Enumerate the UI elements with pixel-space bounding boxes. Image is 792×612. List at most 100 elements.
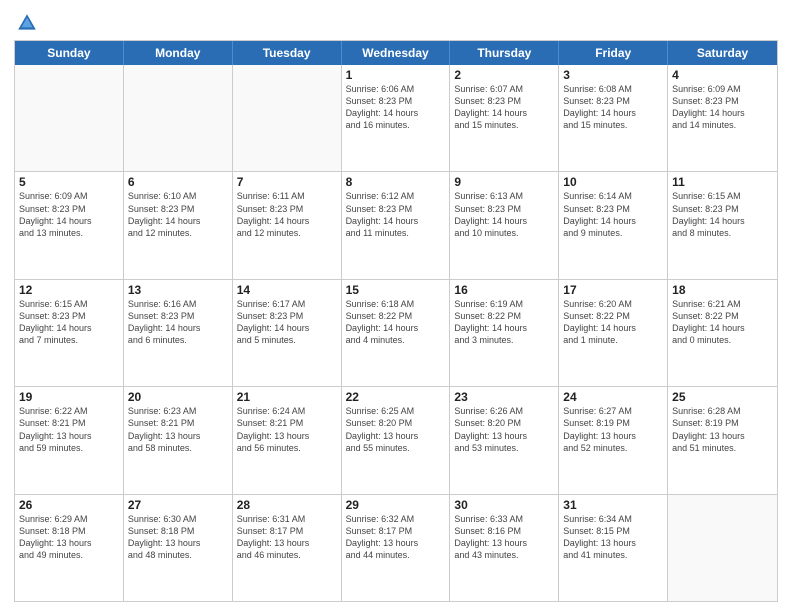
cell-info: Sunrise: 6:15 AM Sunset: 8:23 PM Dayligh…	[19, 298, 119, 347]
header-cell-friday: Friday	[559, 41, 668, 65]
day-number: 4	[672, 68, 773, 82]
day-cell-25: 25Sunrise: 6:28 AM Sunset: 8:19 PM Dayli…	[668, 387, 777, 493]
calendar-row-1: 1Sunrise: 6:06 AM Sunset: 8:23 PM Daylig…	[15, 65, 777, 171]
header-cell-wednesday: Wednesday	[342, 41, 451, 65]
header	[14, 10, 778, 34]
cell-info: Sunrise: 6:29 AM Sunset: 8:18 PM Dayligh…	[19, 513, 119, 562]
cell-info: Sunrise: 6:23 AM Sunset: 8:21 PM Dayligh…	[128, 405, 228, 454]
day-cell-26: 26Sunrise: 6:29 AM Sunset: 8:18 PM Dayli…	[15, 495, 124, 601]
day-number: 13	[128, 283, 228, 297]
day-number: 24	[563, 390, 663, 404]
day-cell-20: 20Sunrise: 6:23 AM Sunset: 8:21 PM Dayli…	[124, 387, 233, 493]
day-cell-16: 16Sunrise: 6:19 AM Sunset: 8:22 PM Dayli…	[450, 280, 559, 386]
day-cell-24: 24Sunrise: 6:27 AM Sunset: 8:19 PM Dayli…	[559, 387, 668, 493]
day-cell-31: 31Sunrise: 6:34 AM Sunset: 8:15 PM Dayli…	[559, 495, 668, 601]
cell-info: Sunrise: 6:17 AM Sunset: 8:23 PM Dayligh…	[237, 298, 337, 347]
day-cell-6: 6Sunrise: 6:10 AM Sunset: 8:23 PM Daylig…	[124, 172, 233, 278]
day-cell-11: 11Sunrise: 6:15 AM Sunset: 8:23 PM Dayli…	[668, 172, 777, 278]
cell-info: Sunrise: 6:12 AM Sunset: 8:23 PM Dayligh…	[346, 190, 446, 239]
calendar-body: 1Sunrise: 6:06 AM Sunset: 8:23 PM Daylig…	[15, 65, 777, 601]
day-number: 21	[237, 390, 337, 404]
cell-info: Sunrise: 6:25 AM Sunset: 8:20 PM Dayligh…	[346, 405, 446, 454]
day-cell-13: 13Sunrise: 6:16 AM Sunset: 8:23 PM Dayli…	[124, 280, 233, 386]
day-number: 9	[454, 175, 554, 189]
cell-info: Sunrise: 6:07 AM Sunset: 8:23 PM Dayligh…	[454, 83, 554, 132]
cell-info: Sunrise: 6:21 AM Sunset: 8:22 PM Dayligh…	[672, 298, 773, 347]
header-cell-tuesday: Tuesday	[233, 41, 342, 65]
day-cell-3: 3Sunrise: 6:08 AM Sunset: 8:23 PM Daylig…	[559, 65, 668, 171]
empty-cell	[668, 495, 777, 601]
day-cell-15: 15Sunrise: 6:18 AM Sunset: 8:22 PM Dayli…	[342, 280, 451, 386]
day-cell-14: 14Sunrise: 6:17 AM Sunset: 8:23 PM Dayli…	[233, 280, 342, 386]
day-cell-1: 1Sunrise: 6:06 AM Sunset: 8:23 PM Daylig…	[342, 65, 451, 171]
empty-cell	[124, 65, 233, 171]
header-cell-thursday: Thursday	[450, 41, 559, 65]
day-number: 28	[237, 498, 337, 512]
day-cell-8: 8Sunrise: 6:12 AM Sunset: 8:23 PM Daylig…	[342, 172, 451, 278]
cell-info: Sunrise: 6:31 AM Sunset: 8:17 PM Dayligh…	[237, 513, 337, 562]
header-cell-sunday: Sunday	[15, 41, 124, 65]
cell-info: Sunrise: 6:14 AM Sunset: 8:23 PM Dayligh…	[563, 190, 663, 239]
day-cell-2: 2Sunrise: 6:07 AM Sunset: 8:23 PM Daylig…	[450, 65, 559, 171]
cell-info: Sunrise: 6:08 AM Sunset: 8:23 PM Dayligh…	[563, 83, 663, 132]
day-cell-21: 21Sunrise: 6:24 AM Sunset: 8:21 PM Dayli…	[233, 387, 342, 493]
cell-info: Sunrise: 6:09 AM Sunset: 8:23 PM Dayligh…	[672, 83, 773, 132]
logo	[14, 14, 38, 34]
day-number: 5	[19, 175, 119, 189]
day-number: 6	[128, 175, 228, 189]
header-cell-monday: Monday	[124, 41, 233, 65]
cell-info: Sunrise: 6:26 AM Sunset: 8:20 PM Dayligh…	[454, 405, 554, 454]
day-number: 25	[672, 390, 773, 404]
day-cell-10: 10Sunrise: 6:14 AM Sunset: 8:23 PM Dayli…	[559, 172, 668, 278]
calendar: SundayMondayTuesdayWednesdayThursdayFrid…	[14, 40, 778, 602]
cell-info: Sunrise: 6:11 AM Sunset: 8:23 PM Dayligh…	[237, 190, 337, 239]
day-number: 2	[454, 68, 554, 82]
day-cell-29: 29Sunrise: 6:32 AM Sunset: 8:17 PM Dayli…	[342, 495, 451, 601]
day-number: 29	[346, 498, 446, 512]
calendar-row-4: 19Sunrise: 6:22 AM Sunset: 8:21 PM Dayli…	[15, 386, 777, 493]
day-number: 17	[563, 283, 663, 297]
empty-cell	[15, 65, 124, 171]
day-number: 11	[672, 175, 773, 189]
cell-info: Sunrise: 6:10 AM Sunset: 8:23 PM Dayligh…	[128, 190, 228, 239]
day-number: 20	[128, 390, 228, 404]
day-cell-30: 30Sunrise: 6:33 AM Sunset: 8:16 PM Dayli…	[450, 495, 559, 601]
cell-info: Sunrise: 6:32 AM Sunset: 8:17 PM Dayligh…	[346, 513, 446, 562]
day-cell-17: 17Sunrise: 6:20 AM Sunset: 8:22 PM Dayli…	[559, 280, 668, 386]
day-number: 3	[563, 68, 663, 82]
cell-info: Sunrise: 6:15 AM Sunset: 8:23 PM Dayligh…	[672, 190, 773, 239]
cell-info: Sunrise: 6:34 AM Sunset: 8:15 PM Dayligh…	[563, 513, 663, 562]
day-number: 18	[672, 283, 773, 297]
page: SundayMondayTuesdayWednesdayThursdayFrid…	[0, 0, 792, 612]
day-cell-7: 7Sunrise: 6:11 AM Sunset: 8:23 PM Daylig…	[233, 172, 342, 278]
cell-info: Sunrise: 6:28 AM Sunset: 8:19 PM Dayligh…	[672, 405, 773, 454]
empty-cell	[233, 65, 342, 171]
day-number: 31	[563, 498, 663, 512]
day-cell-4: 4Sunrise: 6:09 AM Sunset: 8:23 PM Daylig…	[668, 65, 777, 171]
day-number: 19	[19, 390, 119, 404]
cell-info: Sunrise: 6:20 AM Sunset: 8:22 PM Dayligh…	[563, 298, 663, 347]
cell-info: Sunrise: 6:06 AM Sunset: 8:23 PM Dayligh…	[346, 83, 446, 132]
calendar-row-2: 5Sunrise: 6:09 AM Sunset: 8:23 PM Daylig…	[15, 171, 777, 278]
day-number: 22	[346, 390, 446, 404]
day-number: 1	[346, 68, 446, 82]
cell-info: Sunrise: 6:22 AM Sunset: 8:21 PM Dayligh…	[19, 405, 119, 454]
cell-info: Sunrise: 6:13 AM Sunset: 8:23 PM Dayligh…	[454, 190, 554, 239]
day-cell-28: 28Sunrise: 6:31 AM Sunset: 8:17 PM Dayli…	[233, 495, 342, 601]
day-number: 14	[237, 283, 337, 297]
day-number: 15	[346, 283, 446, 297]
day-number: 26	[19, 498, 119, 512]
cell-info: Sunrise: 6:16 AM Sunset: 8:23 PM Dayligh…	[128, 298, 228, 347]
day-number: 23	[454, 390, 554, 404]
cell-info: Sunrise: 6:19 AM Sunset: 8:22 PM Dayligh…	[454, 298, 554, 347]
day-cell-18: 18Sunrise: 6:21 AM Sunset: 8:22 PM Dayli…	[668, 280, 777, 386]
day-cell-22: 22Sunrise: 6:25 AM Sunset: 8:20 PM Dayli…	[342, 387, 451, 493]
calendar-header: SundayMondayTuesdayWednesdayThursdayFrid…	[15, 41, 777, 65]
day-cell-19: 19Sunrise: 6:22 AM Sunset: 8:21 PM Dayli…	[15, 387, 124, 493]
calendar-row-3: 12Sunrise: 6:15 AM Sunset: 8:23 PM Dayli…	[15, 279, 777, 386]
cell-info: Sunrise: 6:18 AM Sunset: 8:22 PM Dayligh…	[346, 298, 446, 347]
day-cell-5: 5Sunrise: 6:09 AM Sunset: 8:23 PM Daylig…	[15, 172, 124, 278]
day-cell-9: 9Sunrise: 6:13 AM Sunset: 8:23 PM Daylig…	[450, 172, 559, 278]
day-cell-12: 12Sunrise: 6:15 AM Sunset: 8:23 PM Dayli…	[15, 280, 124, 386]
day-number: 7	[237, 175, 337, 189]
